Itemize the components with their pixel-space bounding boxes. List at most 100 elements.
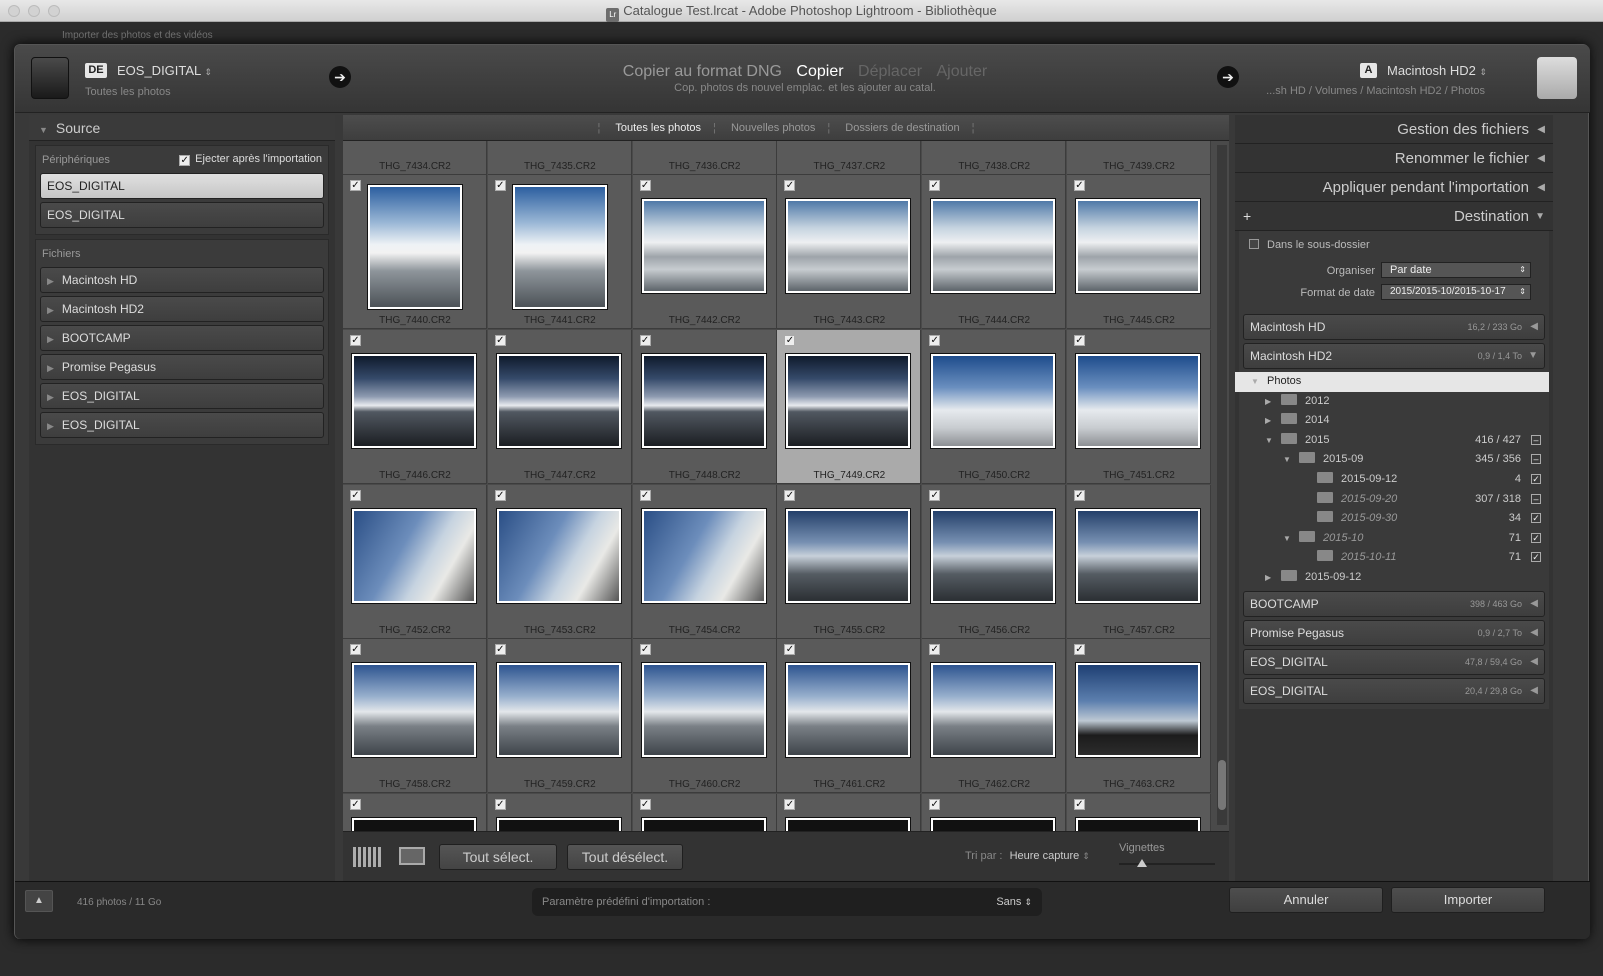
- photo-thumbnail[interactable]: [352, 818, 476, 831]
- collapse-up-icon[interactable]: ▲: [25, 890, 53, 912]
- photo-thumbnail[interactable]: [931, 663, 1056, 758]
- checkbox-icon[interactable]: ✓: [929, 799, 941, 811]
- photo-thumbnail[interactable]: [931, 199, 1056, 293]
- photo-cell[interactable]: ✓ THG_7455.CR2: [777, 484, 922, 639]
- photo-cell[interactable]: ✓ THG_7445.CR2: [1067, 175, 1211, 329]
- dest-volume-bootcamp[interactable]: BOOTCAMP 398 / 463 Go ◀: [1243, 590, 1545, 617]
- photo-cell[interactable]: ✓: [777, 794, 922, 831]
- photo-cell[interactable]: ✓ THG_7447.CR2: [487, 329, 632, 484]
- photo-cell[interactable]: ✓ THG_7448.CR2: [632, 329, 777, 484]
- checkbox-icon[interactable]: ✓: [784, 180, 796, 191]
- checkbox-icon[interactable]: ✓: [179, 155, 191, 166]
- dest-name[interactable]: Macintosh HD2 ⇕: [1387, 63, 1487, 78]
- deselect-all-button[interactable]: Tout désélect.: [567, 844, 683, 870]
- dest-volume-promise-pegasus[interactable]: Promise Pegasus 0,9 / 2,7 To ◀: [1243, 619, 1545, 646]
- photo-cell[interactable]: ✓ THG_7457.CR2: [1067, 484, 1211, 639]
- photo-cell[interactable]: ✓ THG_7443.CR2: [777, 175, 922, 329]
- sort-control[interactable]: Tri par : Heure capture ⇕: [965, 850, 1090, 862]
- scrollbar-thumb[interactable]: [1218, 760, 1226, 810]
- checkbox-icon[interactable]: ✓: [639, 334, 651, 346]
- checkbox-icon[interactable]: ✓: [494, 489, 506, 501]
- volume-eos-digital-1[interactable]: ▶ EOS_DIGITAL: [40, 383, 324, 409]
- thumbnail-size-slider[interactable]: [1119, 859, 1215, 867]
- photo-cell[interactable]: ✓ THG_7452.CR2: [343, 484, 487, 639]
- photo-cell[interactable]: THG_7436.CR2: [632, 141, 777, 175]
- photo-thumbnail[interactable]: [368, 185, 462, 309]
- photo-cell[interactable]: ✓: [1067, 794, 1211, 831]
- organize-select[interactable]: Par date ⇕: [1381, 262, 1531, 278]
- photo-cell[interactable]: ✓ THG_7459.CR2: [487, 639, 632, 794]
- checkbox-icon[interactable]: ✓: [929, 334, 941, 346]
- photo-thumbnail[interactable]: [496, 353, 621, 448]
- source-name[interactable]: EOS_DIGITAL ⇕: [117, 63, 212, 78]
- section-destination[interactable]: + Destination ▼: [1235, 202, 1553, 231]
- checkbox-icon[interactable]: ✓: [639, 180, 651, 191]
- photo-cell[interactable]: ✓: [343, 794, 487, 831]
- photo-thumbnail[interactable]: [1076, 818, 1200, 831]
- photo-thumbnail[interactable]: [641, 199, 766, 293]
- checkbox-icon[interactable]: ✓: [1074, 799, 1085, 811]
- folder-tree-row[interactable]: ▼ Photos: [1235, 372, 1549, 392]
- volume-promise-pegasus[interactable]: ▶ Promise Pegasus: [40, 354, 324, 380]
- mode-copy-dng[interactable]: Copier au format DNG: [623, 63, 782, 80]
- checkbox-icon[interactable]: ✓: [1074, 644, 1085, 656]
- photo-thumbnail[interactable]: [641, 818, 766, 831]
- volume-macintosh-hd2[interactable]: ▶ Macintosh HD2: [40, 296, 324, 322]
- folder-tree-row[interactable]: ▼ 2015-09 345 / 356–: [1239, 450, 1549, 470]
- photo-cell[interactable]: ✓ THG_7461.CR2: [777, 639, 922, 794]
- checkbox-icon[interactable]: ✓: [350, 180, 361, 191]
- checkmark-icon[interactable]: ✓: [1531, 473, 1541, 484]
- photo-thumbnail[interactable]: [496, 818, 621, 831]
- photo-cell[interactable]: ✓: [922, 794, 1067, 831]
- folder-tree-row[interactable]: 2015-09-30 34 ✓: [1239, 509, 1549, 529]
- checkbox-icon[interactable]: [1249, 239, 1259, 249]
- grid-view-icon[interactable]: [353, 847, 381, 867]
- photo-cell[interactable]: ✓ THG_7453.CR2: [487, 484, 632, 639]
- checkbox-icon[interactable]: ✓: [1074, 334, 1085, 346]
- photo-cell[interactable]: ✓ THG_7460.CR2: [632, 639, 777, 794]
- photo-thumbnail[interactable]: [1076, 199, 1200, 293]
- folder-tree-row[interactable]: 2015-09-12 4 ✓: [1239, 470, 1549, 490]
- loupe-view-icon[interactable]: [399, 847, 425, 865]
- section-rename[interactable]: Renommer le fichier ◀: [1235, 144, 1553, 173]
- photo-thumbnail[interactable]: [931, 508, 1056, 603]
- photo-thumbnail[interactable]: [1076, 663, 1200, 758]
- photo-cell[interactable]: ✓ THG_7462.CR2: [922, 639, 1067, 794]
- checkbox-icon[interactable]: ✓: [784, 799, 796, 811]
- folder-tree-row[interactable]: ▶ 2012: [1239, 392, 1549, 412]
- photo-thumbnail[interactable]: [786, 663, 911, 758]
- photo-cell[interactable]: THG_7438.CR2: [922, 141, 1067, 175]
- triangle-down-icon[interactable]: ▼: [1283, 529, 1291, 548]
- photo-cell[interactable]: ✓: [487, 794, 632, 831]
- photo-thumbnail[interactable]: [352, 353, 476, 448]
- minus-icon[interactable]: –: [1531, 434, 1541, 445]
- photo-thumbnail[interactable]: [641, 353, 766, 448]
- folder-tree-row[interactable]: ▶ 2014: [1239, 411, 1549, 431]
- grid-scrollbar[interactable]: [1217, 145, 1227, 825]
- photo-cell[interactable]: ✓: [632, 794, 777, 831]
- mode-add[interactable]: Ajouter: [937, 63, 988, 80]
- date-format-select[interactable]: 2015/2015-10/2015-10-17 ⇕: [1381, 284, 1531, 300]
- device-eos-digital-1[interactable]: EOS_DIGITAL: [40, 173, 324, 199]
- mode-copy[interactable]: Copier: [796, 63, 843, 80]
- checkbox-icon[interactable]: ✓: [784, 489, 796, 501]
- checkmark-icon[interactable]: ✓: [1531, 552, 1541, 563]
- folder-tree-row[interactable]: ▼ 2015 416 / 427–: [1239, 431, 1549, 451]
- minus-icon[interactable]: –: [1531, 493, 1541, 504]
- select-all-button[interactable]: Tout sélect.: [439, 844, 557, 870]
- dest-volume-macintosh-hd2[interactable]: Macintosh HD2 0,9 / 1,4 To ▼: [1243, 343, 1545, 369]
- volume-bootcamp[interactable]: ▶ BOOTCAMP: [40, 325, 324, 351]
- photo-cell[interactable]: ✓ THG_7451.CR2: [1067, 329, 1211, 484]
- dest-volume-eos-digital-1[interactable]: EOS_DIGITAL 47,8 / 59,4 Go ◀: [1243, 648, 1545, 675]
- checkbox-icon[interactable]: ✓: [1074, 180, 1085, 191]
- photo-cell[interactable]: THG_7434.CR2: [343, 141, 487, 175]
- checkbox-icon[interactable]: ✓: [1074, 489, 1085, 501]
- photo-thumbnail[interactable]: [786, 199, 911, 293]
- photo-thumbnail[interactable]: [786, 353, 911, 448]
- tab-destination-folders[interactable]: Dossiers de destination: [845, 122, 959, 134]
- checkbox-icon[interactable]: ✓: [639, 799, 651, 811]
- folder-tree-row[interactable]: ▼ 2015-10 71 ✓: [1239, 529, 1549, 549]
- photo-cell[interactable]: ✓ THG_7449.CR2: [777, 329, 922, 484]
- cancel-button[interactable]: Annuler: [1229, 887, 1383, 913]
- checkbox-icon[interactable]: ✓: [350, 799, 361, 811]
